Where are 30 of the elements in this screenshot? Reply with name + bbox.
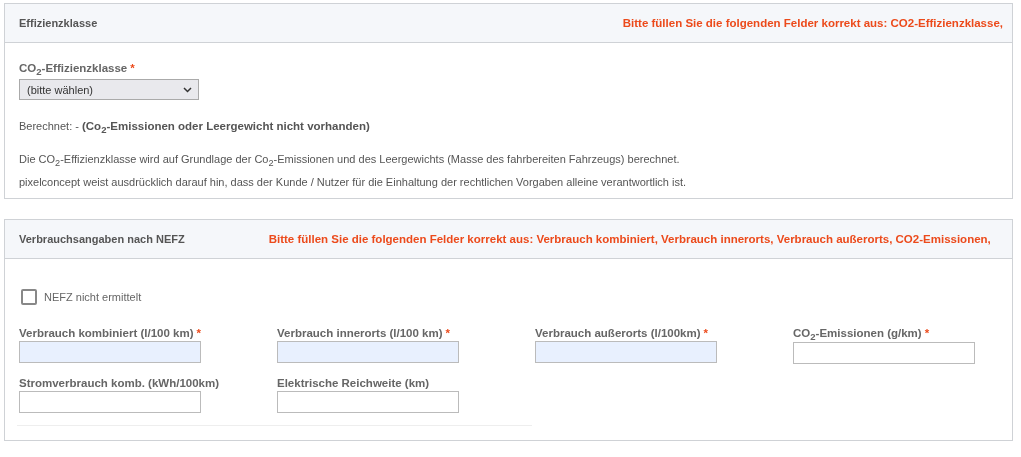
input-field[interactable] — [19, 391, 201, 414]
info-text: pixelconcept weist ausdrücklich darauf hin, dass der Kunde / Nutzer für die Einhaltung der rechtlichen Vorgaben alleine verantwortlich ist. — [19, 174, 688, 190]
computed-value: (Co$_{2}$-Emissionen oder Leergewicht nicht vorhanden) — [82, 120, 370, 133]
required-asterisk: * — [445, 326, 451, 339]
field-label: Stromverbrauch komb. (kWh/100km) — [19, 377, 220, 390]
dropdown[interactable]: (bitte wählen) — [19, 79, 199, 101]
required-asterisk: * — [703, 326, 709, 339]
field-label: Verbrauch kombiniert (l/100 km) — [19, 326, 194, 339]
info-text: Die CO$_{2}$-Effizienzklasse wird auf Grundlage der Co$_{2}$-Emissionen und des Leergewichts (Masse des fahrbereiten Fahrzeugs) berechnet. — [19, 151, 681, 170]
required-asterisk: * — [924, 326, 930, 339]
field-label: Elektrische Reichweite (km) — [277, 377, 430, 390]
error-message: Bitte füllen Sie die folgenden Felder korrekt aus: Verbrauch kombiniert, Verbrauch innerorts, Verbrauch außerorts, CO2-Emissionen, — [268, 232, 991, 245]
checkbox[interactable] — [21, 288, 37, 305]
computed-label: Berechnet: - — [19, 120, 79, 133]
section-title: Effizienzklasse — [19, 17, 98, 29]
input-field[interactable] — [19, 340, 201, 363]
input-field[interactable] — [535, 340, 717, 363]
error-message: Bitte füllen Sie die folgenden Felder korrekt aus: CO2-Effizienzklasse, — [622, 17, 1003, 29]
checkbox-label: NEFZ nicht ermittelt — [44, 290, 142, 303]
field-label: Verbrauch außerorts (l/100km) — [535, 326, 701, 339]
field-label: CO$_{2}$-Emissionen (g/km) — [793, 326, 922, 339]
field-label: CO$_{2}$-Effizienzklasse — [19, 62, 128, 74]
required-asterisk: * — [130, 62, 135, 74]
required-asterisk: * — [196, 326, 201, 339]
field-label: Verbrauch innerorts (l/100 km) — [277, 326, 443, 339]
chevron-down-icon — [183, 86, 192, 93]
input-field[interactable] — [793, 342, 975, 365]
input-field[interactable] — [277, 340, 459, 363]
input-field[interactable] — [277, 391, 459, 414]
section-title: Verbrauchsangaben nach NEFZ — [19, 232, 185, 245]
